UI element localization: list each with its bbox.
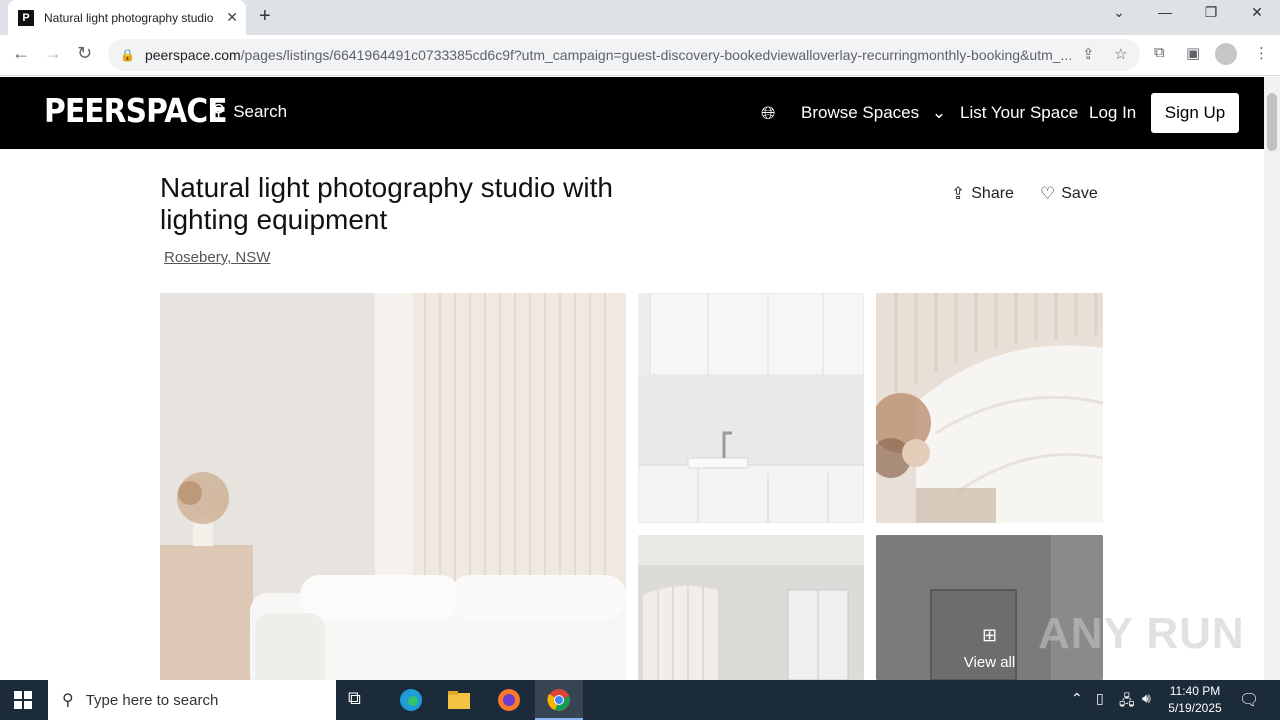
listing-photo-room[interactable] [638,535,864,680]
scrollbar-thumb[interactable] [1267,93,1277,151]
header-search[interactable]: ⚲ Search [212,101,287,122]
notification-icon[interactable]: 🗨︎ [1239,690,1259,710]
share-page-icon[interactable]: ⇪ [1082,45,1095,63]
listing-photo-kitchen[interactable] [638,293,864,523]
heart-icon: ♡ [1040,184,1056,203]
file-explorer-icon[interactable] [447,688,471,712]
browser-tab-strip: P Natural light photography studio with … [0,0,1280,35]
chrome-icon [547,688,571,712]
clock-time: 11:40 PM [1169,684,1221,698]
tray-device-icon[interactable]: ▯ [1096,690,1104,707]
forward-arrow-icon[interactable]: → [44,43,62,64]
sign-up-button[interactable]: Sign Up [1151,93,1239,133]
tab-search-chevron-icon[interactable]: ⌄ [1096,4,1142,21]
address-bar[interactable]: 🔒 peerspace.com/pages/listings/664196449… [108,39,1140,71]
chevron-down-icon: ⌄ [931,103,947,122]
browser-toolbar: ← → ↻ 🔒 peerspace.com/pages/listings/664… [0,35,1280,76]
url-text[interactable]: peerspace.com/pages/listings/6641964491c… [145,47,1075,63]
log-in-link[interactable]: Log In [1089,103,1136,123]
save-label: Save [1061,185,1098,202]
new-tab-button[interactable]: + [259,5,271,28]
share-upload-icon: ⇪ [951,184,966,203]
taskbar-search-placeholder: Type here to search [85,691,219,709]
globe-icon[interactable]: 🌐︎ [761,103,775,124]
minimize-button[interactable]: — [1142,4,1188,20]
side-panel-icon[interactable]: ▣ [1186,44,1200,62]
profile-avatar[interactable] [1215,43,1237,65]
firefox-icon[interactable] [497,688,521,712]
search-icon: ⚲ [62,692,74,709]
windows-start-icon[interactable] [14,691,32,709]
close-window-button[interactable]: ✕ [1234,4,1280,21]
tray-chevron-up-icon[interactable]: ⌃ [1071,690,1083,707]
menu-kebab-icon[interactable]: ⋮ [1254,44,1269,62]
edge-browser-icon[interactable] [399,688,423,712]
network-icon[interactable]: 🖧︎ [1119,690,1135,714]
anyrun-watermark: ANY RUN [1038,609,1245,658]
listing-location-link[interactable]: Rosebery, NSW [164,249,270,266]
share-label: Share [971,185,1014,202]
save-button[interactable]: ♡ Save [1040,184,1098,204]
tab-title: Natural light photography studio with li… [44,10,216,25]
browse-spaces-menu[interactable]: Browse Spaces ⌄ [801,103,946,123]
taskbar-clock[interactable]: 11:40 PM 5/19/2025 [1164,683,1226,717]
list-your-space-link[interactable]: List Your Space [960,103,1078,123]
back-arrow-icon[interactable]: ← [12,43,30,64]
grid-icon: ⊞ [981,625,998,645]
windows-taskbar: ⚲ Type here to search ⧉ ⌃ ▯ 🖧︎ 🔊︎ 11:40 … [0,680,1280,720]
extensions-puzzle-icon[interactable]: ⧉ [1154,44,1165,61]
volume-icon[interactable]: 🔊︎ [1142,690,1151,707]
page-viewport: PEERSPACE ⚲ Search 🌐︎ Browse Spaces ⌄ Li… [0,77,1264,680]
listing-photo-sofa-closeup[interactable] [876,293,1103,523]
share-button[interactable]: ⇪ Share [951,184,1014,204]
peerspace-logo[interactable]: PEERSPACE [44,91,228,130]
site-header: PEERSPACE ⚲ Search 🌐︎ Browse Spaces ⌄ Li… [0,77,1264,149]
bookmark-star-icon[interactable]: ☆ [1114,45,1127,63]
reload-icon[interactable]: ↻ [77,43,92,64]
search-label: Search [233,101,288,121]
page-scrollbar[interactable] [1264,77,1280,680]
search-icon: ⚲ [212,101,226,121]
taskbar-search[interactable]: ⚲ Type here to search [48,680,336,720]
lock-icon: 🔒 [120,48,135,62]
task-view-icon[interactable]: ⧉ [348,688,372,712]
peerspace-favicon-icon: P [18,9,34,26]
view-all-label: View all [963,654,1016,671]
browser-tab[interactable]: P Natural light photography studio with … [8,0,246,35]
listing-title: Natural light photography studio with li… [160,172,613,235]
clock-date: 5/19/2025 [1168,701,1222,715]
listing-photo-main[interactable] [160,293,626,680]
tab-close-icon[interactable]: ✕ [226,9,238,26]
restore-button[interactable]: ❐ [1188,4,1234,21]
